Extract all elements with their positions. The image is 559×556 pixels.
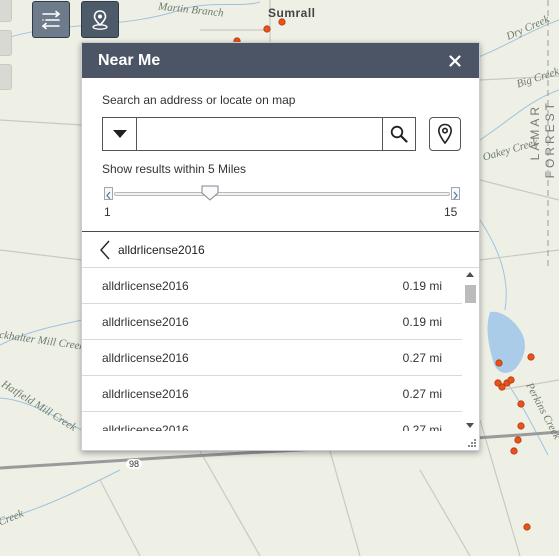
chevron-left-icon <box>100 240 110 260</box>
search-source-dropdown[interactable] <box>103 118 137 150</box>
caret-left-icon <box>106 191 111 200</box>
caret-down-icon <box>112 130 127 138</box>
feature-point <box>278 18 286 26</box>
list-icon <box>41 10 61 29</box>
slider-max-label: 15 <box>444 205 458 219</box>
back-to-layers-button[interactable]: alldrlicense2016 <box>100 239 205 261</box>
slider-thumb-shape <box>201 185 219 201</box>
scroll-up-button[interactable] <box>466 272 474 277</box>
result-name: alldrlicense2016 <box>102 386 189 401</box>
feature-point <box>510 447 518 455</box>
results-list: alldrlicense2016 0.19 mi alldrlicense201… <box>82 267 479 431</box>
locate-on-map-button[interactable] <box>429 117 461 151</box>
panel-header: Near Me <box>82 43 479 78</box>
feature-point <box>507 376 515 384</box>
search-input[interactable] <box>137 118 382 150</box>
result-distance: 0.27 mi <box>402 350 442 365</box>
layer-title: alldrlicense2016 <box>118 243 205 257</box>
result-name: alldrlicense2016 <box>102 278 189 293</box>
feature-point <box>517 400 525 408</box>
panel-title: Near Me <box>98 51 161 69</box>
feature-point <box>495 359 503 367</box>
close-button[interactable] <box>447 53 463 69</box>
near-me-panel: Near Me Search an address or locate on m… <box>81 42 480 451</box>
home-button[interactable] <box>0 64 12 90</box>
result-name: alldrlicense2016 <box>102 350 189 365</box>
slider-min-label: 1 <box>104 205 111 219</box>
result-distance: 0.19 mi <box>402 278 442 293</box>
list-item[interactable]: alldrlicense2016 0.27 mi <box>82 412 462 432</box>
search-bar <box>102 117 416 151</box>
result-name: alldrlicense2016 <box>102 314 189 329</box>
divider <box>82 231 479 232</box>
list-widget-button[interactable] <box>32 1 70 38</box>
search-label: Search an address or locate on map <box>102 93 296 107</box>
near-me-widget-button[interactable] <box>81 1 119 38</box>
buffer-distance-slider[interactable] <box>104 185 460 205</box>
feature-point <box>263 25 271 33</box>
resize-grip-icon[interactable] <box>468 439 476 447</box>
slider-decrement-button[interactable] <box>104 187 113 200</box>
search-button[interactable] <box>382 118 415 150</box>
location-pin-icon <box>92 9 108 30</box>
slider-increment-button[interactable] <box>451 187 460 200</box>
result-name: alldrlicense2016 <box>102 422 189 432</box>
feature-point <box>523 523 531 531</box>
caret-right-icon <box>453 191 458 200</box>
search-icon <box>390 125 408 143</box>
buffer-distance-label: Show results within 5 Miles <box>102 162 247 176</box>
scroll-thumb[interactable] <box>465 285 476 303</box>
location-pin-icon <box>437 123 453 145</box>
zoom-out-button[interactable] <box>0 30 12 56</box>
list-item[interactable]: alldrlicense2016 0.27 mi <box>82 376 462 412</box>
result-distance: 0.19 mi <box>402 314 442 329</box>
results-scrollbar[interactable] <box>463 270 477 430</box>
list-item[interactable]: alldrlicense2016 0.27 mi <box>82 340 462 376</box>
list-item[interactable]: alldrlicense2016 0.19 mi <box>82 268 462 304</box>
result-distance: 0.27 mi <box>402 422 442 432</box>
slider-track <box>114 192 450 196</box>
feature-point <box>514 436 522 444</box>
feature-point <box>517 422 525 430</box>
slider-thumb[interactable] <box>201 185 219 201</box>
close-icon <box>449 54 461 67</box>
scroll-down-button[interactable] <box>466 423 474 428</box>
zoom-in-button[interactable] <box>0 0 12 22</box>
list-item[interactable]: alldrlicense2016 0.19 mi <box>82 304 462 340</box>
feature-point <box>527 353 535 361</box>
result-distance: 0.27 mi <box>402 386 442 401</box>
